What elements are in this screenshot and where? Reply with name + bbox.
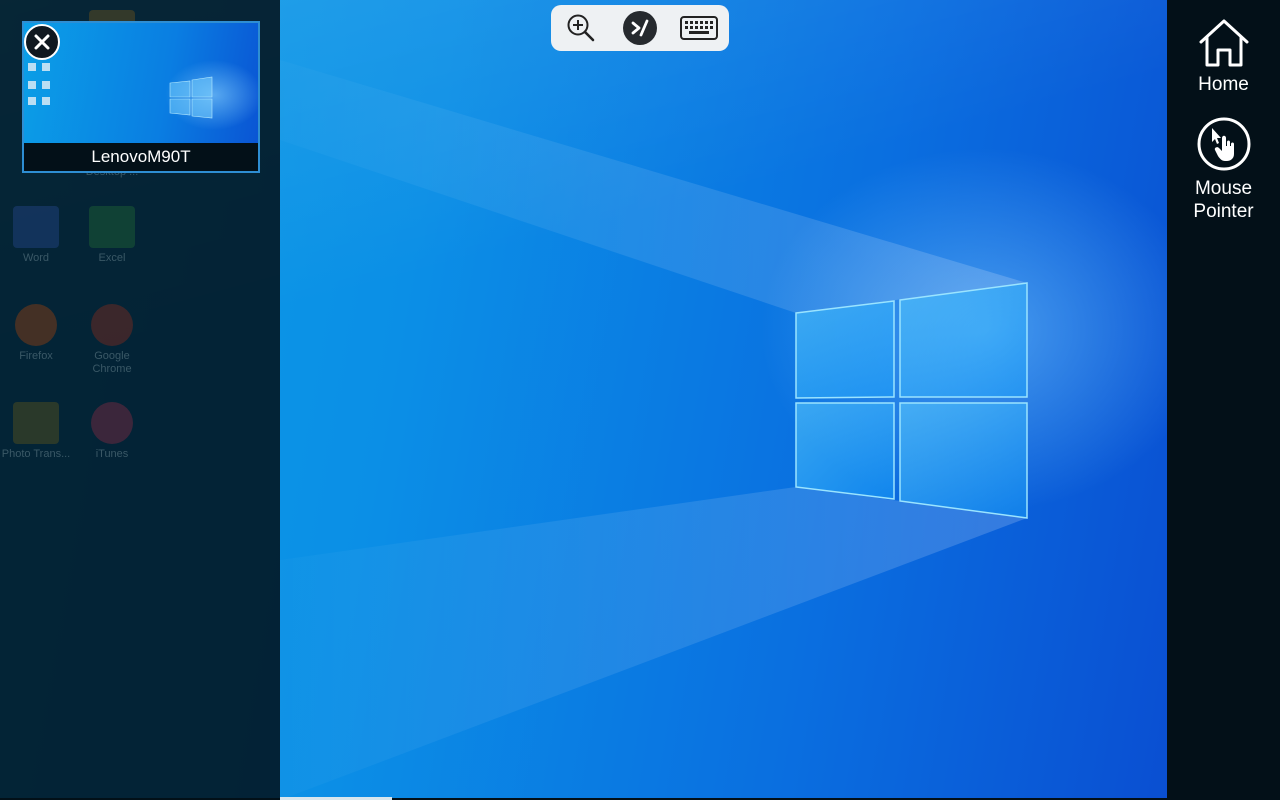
right-rail: Home Mouse Pointer: [1167, 0, 1280, 800]
home-label: Home: [1198, 74, 1249, 95]
home-icon: [1199, 19, 1248, 67]
remote-desktop-icon: [622, 11, 657, 45]
desktop-icon-photo-transfer: Photo Trans...: [0, 402, 74, 461]
close-icon: [34, 34, 50, 50]
keyboard-button[interactable]: [679, 8, 719, 48]
zoom-button[interactable]: [561, 8, 601, 48]
desktop-icon-excel: Excel: [74, 206, 150, 265]
mouse-label-line1: Mouse: [1194, 178, 1253, 199]
mouse-pointer-icon: [1197, 117, 1250, 171]
mouse-pointer-button[interactable]: Mouse Pointer: [1167, 116, 1280, 223]
remote-toolbar: [551, 5, 729, 51]
desktop-icon-itunes: iTunes: [74, 402, 150, 461]
connection-button[interactable]: [620, 8, 660, 48]
desktop-icon-firefox: Firefox: [0, 304, 74, 363]
desktop-icon-chrome: Google Chrome: [74, 304, 150, 376]
session-name: LenovoM90T: [24, 143, 258, 171]
mouse-label-line2: Pointer: [1193, 201, 1254, 222]
zoom-in-icon: [567, 14, 594, 42]
close-session-button[interactable]: [24, 24, 60, 60]
desktop-icon-word: Word: [0, 206, 74, 265]
keyboard-icon: [680, 16, 719, 40]
home-button[interactable]: Home: [1167, 18, 1280, 96]
